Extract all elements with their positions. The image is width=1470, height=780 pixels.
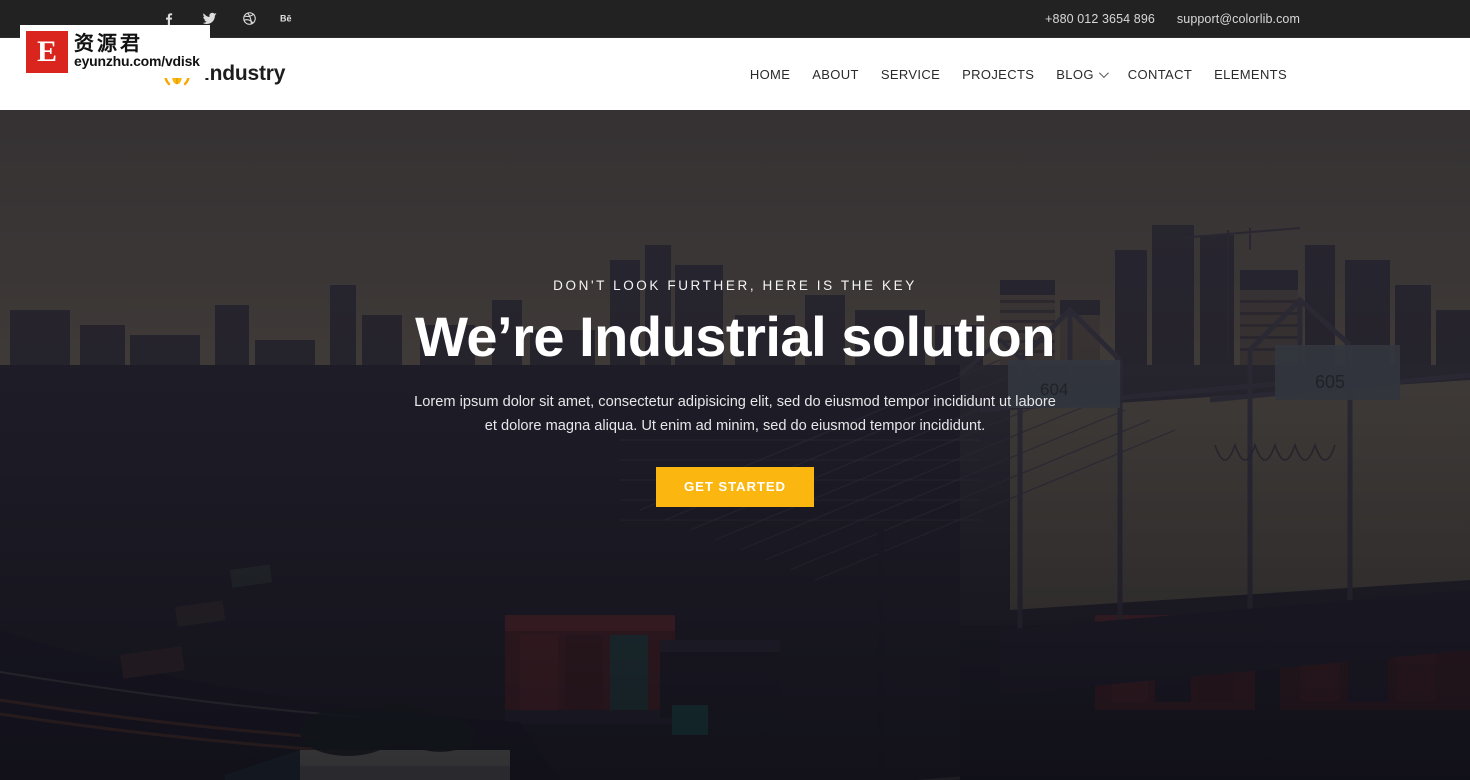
- nav-label: SERVICE: [880, 66, 941, 82]
- svg-text:Bē: Bē: [280, 14, 292, 24]
- nav-label: ABOUT: [812, 66, 859, 82]
- get-started-button[interactable]: GET STARTED: [656, 466, 814, 507]
- watermark-logo-letter: E: [29, 33, 65, 70]
- dribbble-icon[interactable]: [240, 10, 258, 28]
- nav-item-projects[interactable]: PROJECTS: [951, 67, 1045, 82]
- topbar-email[interactable]: support@colorlib.com: [1177, 12, 1300, 26]
- hero-content: DON'T LOOK FURTHER, HERE IS THE KEY We’r…: [0, 110, 1470, 780]
- watermark-chinese-text: 资源君: [74, 31, 143, 56]
- navbar: Industry HOME ABOUT SERVICE PROJECTS BLO…: [0, 38, 1470, 110]
- nav-label: PROJECTS: [962, 66, 1035, 82]
- watermark-overlay: E 资源君 eyunzhu.com/vdisk: [20, 25, 210, 78]
- topbar-phone[interactable]: +880 012 3654 896: [1045, 12, 1155, 26]
- nav-item-home[interactable]: HOME: [739, 67, 801, 82]
- watermark-url: eyunzhu.com/vdisk: [74, 53, 200, 70]
- hero-subtitle: DON'T LOOK FURTHER, HERE IS THE KEY: [553, 278, 917, 293]
- nav-label: BLOG: [1056, 66, 1094, 82]
- nav-label: ELEMENTS: [1214, 66, 1287, 82]
- chevron-down-icon: [1098, 67, 1109, 78]
- topbar-contact: +880 012 3654 896 support@colorlib.com: [1045, 12, 1300, 26]
- watermark-logo-icon: E: [26, 30, 68, 73]
- hero-description: Lorem ipsum dolor sit amet, consectetur …: [414, 394, 1056, 435]
- behance-icon[interactable]: Bē: [280, 10, 298, 28]
- hero-section: 604 605: [0, 110, 1470, 780]
- nav-item-contact[interactable]: CONTACT: [1117, 67, 1203, 82]
- nav-item-about[interactable]: ABOUT: [801, 67, 870, 82]
- nav-item-service[interactable]: SERVICE: [870, 67, 951, 82]
- watermark-texts: 资源君 eyunzhu.com/vdisk: [74, 33, 200, 69]
- nav-item-blog[interactable]: BLOG: [1045, 67, 1117, 82]
- nav-label: CONTACT: [1127, 66, 1193, 82]
- main-menu: HOME ABOUT SERVICE PROJECTS BLOG CONTACT…: [739, 67, 1298, 82]
- page-root: Bē +880 012 3654 896 support@colorlib.co…: [0, 0, 1470, 780]
- nav-item-elements[interactable]: ELEMENTS: [1203, 67, 1298, 82]
- hero-title: We’re Industrial solution: [415, 305, 1055, 368]
- nav-label: HOME: [749, 66, 791, 82]
- topbar: Bē +880 012 3654 896 support@colorlib.co…: [0, 0, 1470, 38]
- brand-name: Industry: [204, 62, 286, 85]
